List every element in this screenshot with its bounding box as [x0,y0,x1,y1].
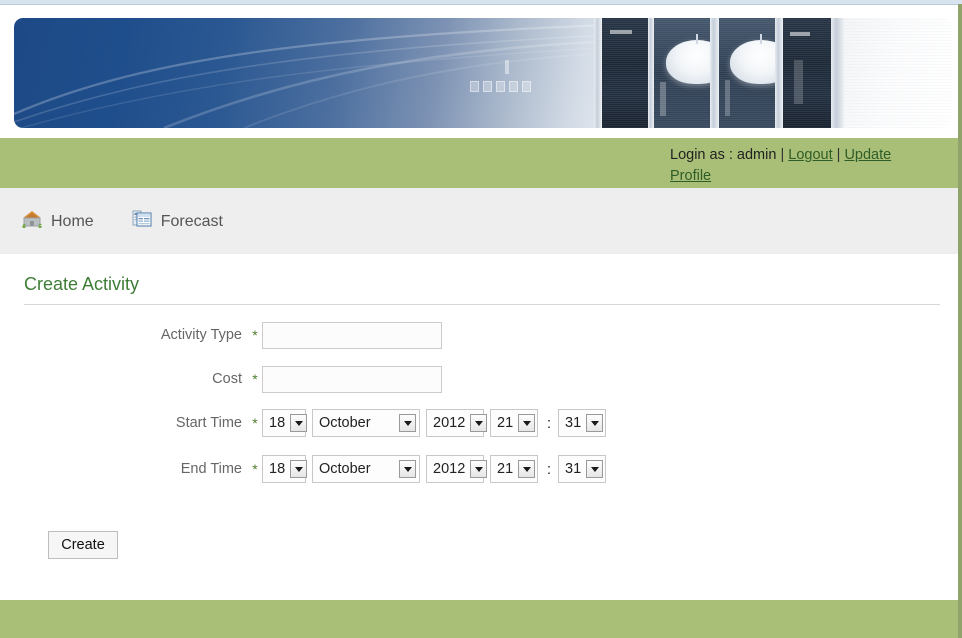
activity-type-required-marker: * [252,327,258,343]
chevron-down-icon [518,460,536,478]
create-activity-form: Activity Type * Cost * Start Time * 18 O… [0,320,958,500]
end-time-minute-select[interactable]: 31 [558,455,606,483]
end-time-day-select[interactable]: 18 [262,455,308,483]
report-icon [132,210,152,233]
login-prefix: Login as : [670,147,737,163]
form-row-end-time: End Time * 18 October 2012 21: 31 [0,454,958,484]
banner-white-fade [844,18,952,128]
content-area: Create Activity Activity Type * Cost * S… [0,254,958,600]
start-time-day-select[interactable]: 18 [262,409,308,437]
chevron-down-icon [470,460,488,478]
nav-item-home[interactable]: Home [22,210,94,233]
end-time-year-value: 2012 [433,461,466,477]
nav-bar: Home Forecast [0,188,958,254]
nav-item-forecast-label: Forecast [160,212,223,230]
form-row-cost: Cost * [0,364,958,394]
logout-link[interactable]: Logout [788,147,832,163]
end-time-hour-value: 21 [497,461,514,477]
chevron-down-icon [518,414,536,432]
chevron-down-icon [586,414,604,432]
start-time-minute-value: 31 [565,415,582,431]
end-time-colon: : [546,460,552,478]
chevron-down-icon [290,414,308,432]
cost-required-marker: * [252,371,258,387]
nav-items: Home Forecast [22,210,223,233]
nav-item-home-label: Home [51,212,94,230]
start-time-year-value: 2012 [433,415,466,431]
end-time-hour-select[interactable]: 21 [490,455,538,483]
banner-image [14,18,952,128]
start-time-label: Start Time [175,415,242,431]
chevron-down-icon [399,460,416,478]
cost-input[interactable] [262,365,442,393]
form-actions: Create [48,531,118,559]
end-time-month-select[interactable]: October [312,455,420,483]
page-root: Login as : admin | Logout | Update Profi… [0,0,962,638]
footer-bar [0,600,958,638]
start-time-required-marker: * [252,415,258,431]
chevron-down-icon [470,414,488,432]
end-time-day-value: 18 [269,461,286,477]
chevron-down-icon [290,460,308,478]
end-time-label: End Time [180,461,242,477]
start-time-month-select[interactable]: October [312,409,420,437]
start-time-hour-select[interactable]: 21 [490,409,538,437]
start-time-hour-value: 21 [497,415,514,431]
login-status: Login as : admin | Logout | Update Profi… [670,145,920,187]
banner-region [0,5,958,133]
start-time-month-value: October [319,415,371,431]
right-edge-strip [958,4,962,638]
home-icon [22,210,42,233]
nav-item-forecast[interactable]: Forecast [132,210,223,233]
start-time-day-value: 18 [269,415,286,431]
login-username: admin [736,147,777,163]
start-time-colon: : [546,414,552,432]
banner-wave-decoration [14,18,634,128]
activity-type-label: Activity Type [160,327,242,343]
login-separator-1: | [776,147,789,163]
end-time-month-value: October [319,461,371,477]
login-bar: Login as : admin | Logout | Update Profi… [0,138,958,188]
end-time-required-marker: * [252,461,258,477]
form-row-activity-type: Activity Type * [0,320,958,350]
page-title: Create Activity [24,274,940,305]
activity-type-input[interactable] [262,321,442,349]
form-row-start-time: Start Time * 18 October 2012 21: 31 [0,408,958,438]
banner-accent-tick [505,60,509,74]
banner-accent-squares [470,81,531,92]
start-time-year-select[interactable]: 2012 [426,409,488,437]
chevron-down-icon [399,414,416,432]
cost-label: Cost [212,371,242,387]
create-button[interactable]: Create [48,531,118,559]
login-separator-2: | [832,147,845,163]
end-time-year-select[interactable]: 2012 [426,455,488,483]
chevron-down-icon [586,460,604,478]
banner-glass-doors-photo [594,18,844,128]
end-time-minute-value: 31 [565,461,582,477]
start-time-minute-select[interactable]: 31 [558,409,606,437]
